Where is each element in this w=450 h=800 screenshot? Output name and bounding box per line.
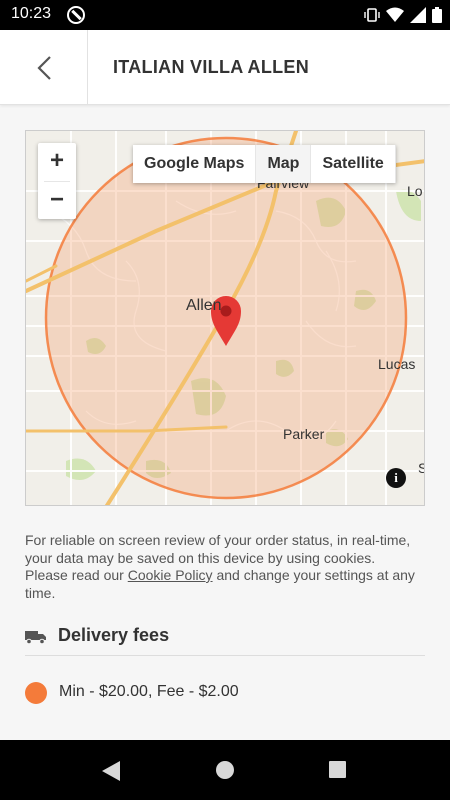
cookie-policy-link[interactable]: Cookie Policy [128, 567, 213, 583]
map-label-lo: Lo [407, 183, 423, 199]
vibrate-icon [364, 8, 380, 22]
delivery-fees-heading: Delivery fees [58, 625, 170, 645]
app-bar: ITALIAN VILLA ALLEN [0, 30, 450, 105]
map-tiles [26, 131, 424, 505]
signal-icon [410, 7, 426, 23]
cookie-notice: For reliable on screen review of your or… [25, 532, 420, 602]
battery-icon [432, 7, 442, 23]
map-label-parker: Parker [283, 426, 325, 442]
delivery-fee-text: Min - $20.00, Fee - $2.00 [59, 683, 239, 700]
status-bar: 10:23 [0, 0, 450, 30]
chevron-left-icon [36, 55, 51, 80]
wifi-icon [386, 7, 404, 22]
notification-icon [67, 6, 85, 24]
delivery-fee-row: Min - $20.00, Fee - $2.00 [25, 680, 425, 704]
zoom-in-button[interactable]: + [38, 143, 76, 181]
zoom-controls: + − [38, 143, 76, 219]
delivery-zone-map[interactable]: Fairview Allen Lucas Parker Lo S + − Goo… [25, 130, 425, 506]
info-icon[interactable]: i [386, 468, 406, 488]
nav-home-icon[interactable] [216, 761, 234, 779]
satellite-view-button[interactable]: Satellite [311, 145, 396, 183]
nav-back-icon[interactable] [102, 761, 120, 781]
status-time: 10:23 [11, 5, 52, 22]
page-title: ITALIAN VILLA ALLEN [113, 57, 310, 77]
delivery-truck-icon [25, 631, 46, 644]
map-type-toggle: Google Maps Map Satellite [133, 145, 396, 183]
back-button[interactable] [0, 30, 88, 105]
map-label-allen: Allen [186, 297, 222, 314]
zoom-out-button[interactable]: − [38, 182, 76, 220]
zone-color-swatch [25, 682, 47, 704]
google-maps-button[interactable]: Google Maps [133, 145, 257, 183]
map-label-s: S [418, 460, 424, 476]
system-navigation-bar [0, 740, 450, 800]
delivery-fees-header: Delivery fees [25, 622, 425, 656]
nav-recents-icon[interactable] [329, 761, 346, 778]
map-view-button[interactable]: Map [256, 145, 312, 183]
system-icons [364, 7, 442, 23]
map-label-lucas: Lucas [378, 356, 416, 372]
